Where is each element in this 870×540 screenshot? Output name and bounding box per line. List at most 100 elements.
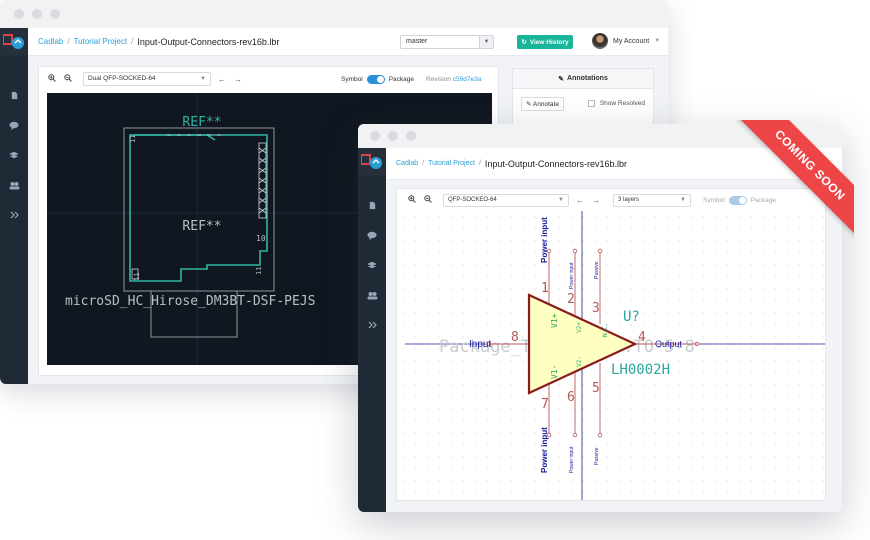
expand-sidebar-icon[interactable] (358, 310, 386, 340)
zoom-out-icon[interactable] (423, 195, 433, 205)
pin-number: 8 (511, 330, 519, 345)
revision-hash[interactable]: c59d7e3a (453, 76, 482, 83)
team-icon[interactable] (0, 170, 28, 200)
symbol-package-toggle: Symbol Package (341, 75, 414, 84)
power-input-label: Power input (569, 262, 575, 289)
footprint-select[interactable]: QFP-SOCKEO-64 ▼ (443, 193, 569, 207)
courtyard-outline (123, 127, 275, 292)
power-input-label: Power input (569, 446, 575, 473)
annotate-label: Annotate (532, 101, 559, 108)
window-close-dot[interactable] (14, 9, 24, 19)
breadcrumb-project[interactable]: Tutorial Project (74, 37, 128, 46)
marketing-stage: Cadlab / Tutorial Project / Input-Output… (0, 0, 870, 540)
breadcrumb-project[interactable]: Tutorial Project (428, 160, 475, 167)
pencil-icon: ✎ (526, 101, 532, 108)
pin-number: 1 (541, 281, 549, 296)
team-icon[interactable] (358, 280, 386, 310)
breadcrumb-separator: / (67, 37, 70, 46)
layers-icon[interactable] (358, 250, 386, 280)
footprint-select[interactable]: Dual QFP-SOCKED-64 ▼ (83, 72, 211, 86)
arrow-right-icon[interactable]: → (233, 75, 243, 84)
pencil-icon: ✎ (558, 75, 565, 83)
breadcrumb-root[interactable]: Cadlab (396, 160, 418, 167)
expand-sidebar-icon[interactable] (0, 200, 28, 230)
breadcrumb-separator: / (422, 160, 425, 167)
zoom-in-icon[interactable] (47, 74, 57, 84)
ref-label: U? (623, 309, 640, 325)
view-history-button[interactable]: ↻ View History (517, 35, 573, 49)
schematic-canvas[interactable]: Package_TO_SOT_THT:TO-5-8 (397, 211, 825, 500)
window-minimize-dot[interactable] (32, 9, 42, 19)
layers-select[interactable]: 3 layers ▼ (613, 193, 691, 207)
layers-icon[interactable] (0, 140, 28, 170)
breadcrumb-root[interactable]: Cadlab (38, 37, 63, 46)
account-label: My Account (613, 37, 650, 45)
revision-info: Revision c59d7e3a (426, 76, 481, 83)
symbol-label: Symbol (341, 76, 363, 83)
pin-number: 5 (592, 381, 600, 396)
breadcrumb-separator: / (478, 160, 481, 167)
ref-top-label: REF** (182, 115, 221, 130)
silkscreen-outline (129, 134, 268, 282)
window-minimize-dot[interactable] (388, 131, 398, 141)
branch-value: master (406, 38, 428, 45)
cadlab-logo[interactable] (0, 28, 28, 56)
zoom-in-icon[interactable] (407, 195, 417, 205)
value-label: LH0002H (611, 362, 670, 378)
passive-label: Passive (594, 447, 600, 465)
zoom-out-icon[interactable] (63, 74, 73, 84)
package-label: Package (388, 76, 414, 83)
silkscreen-notch (130, 134, 216, 141)
viewer-toolbar: Dual QFP-SOCKED-64 ▼ ← → Symbol Package … (39, 67, 498, 91)
avatar (592, 33, 608, 49)
pin-number: 6 (567, 390, 575, 405)
comments-icon[interactable] (358, 220, 386, 250)
arrow-right-icon[interactable]: → (591, 196, 601, 205)
arrow-left-icon[interactable]: ← (575, 196, 585, 205)
output-label: Output (655, 339, 683, 349)
schematic-drawing: Package_TO_SOT_THT:TO-5-8 (405, 211, 825, 500)
chevron-down-icon: ▼ (680, 196, 686, 203)
pin-number: 4 (638, 330, 646, 345)
page-header: Cadlab / Tutorial Project / Input-Output… (28, 28, 668, 56)
layers-select-value: 3 layers (618, 196, 640, 203)
coming-soon-ribbon: COMING SOON (720, 120, 854, 246)
comments-icon[interactable] (0, 110, 28, 140)
pin-number: 3 (592, 301, 600, 316)
branch-select[interactable]: master ▼ (400, 35, 494, 49)
pin-number: 2 (567, 292, 575, 307)
files-icon[interactable] (358, 190, 386, 220)
breadcrumb-file: Input-Output-Connectors-rev16b.lbr (137, 36, 280, 47)
footprint-select-value: QFP-SOCKEO-64 (448, 196, 497, 203)
window-close-dot[interactable] (370, 131, 380, 141)
pin-function-label: V1- (550, 365, 559, 379)
ref-center-label: REF** (182, 219, 221, 234)
pad-column (258, 142, 267, 219)
pin-number-label: 11 (129, 135, 137, 143)
files-icon[interactable] (0, 80, 28, 110)
footprint-select-value: Dual QFP-SOCKED-64 (88, 75, 156, 82)
pin-number: 7 (541, 397, 549, 412)
pin-number-label: 11 (255, 267, 263, 275)
pin-function-label: N.C. (602, 323, 609, 337)
pin-function-label: V1+ (550, 313, 559, 328)
account-menu[interactable]: My Account ▼ (592, 33, 660, 49)
power-input-label: Power input (540, 217, 549, 263)
arrow-left-icon[interactable]: ← (217, 75, 227, 84)
history-icon: ↻ (521, 39, 527, 46)
show-resolved-checkbox[interactable]: Show Resolved (588, 100, 645, 108)
cadlab-logo[interactable] (358, 148, 386, 176)
breadcrumb-file: Input-Output-Connectors-rev16b.lbr (484, 158, 627, 169)
annotate-button[interactable]: ✎ Annotate (521, 97, 564, 111)
passive-label: Passive (594, 261, 600, 279)
coming-soon-ribbon-wrapper: COMING SOON (694, 120, 854, 246)
window-maximize-dot[interactable] (50, 9, 60, 19)
sidebar (0, 28, 28, 384)
annotations-title: Annotations (567, 75, 608, 82)
chevron-down-icon: ▼ (558, 196, 564, 203)
footprint-name-label: microSD_HC_Hirose_DM3BT-DSF-PEJS (65, 294, 315, 309)
view-history-label: View History (529, 38, 569, 46)
view-toggle-switch[interactable] (366, 75, 385, 84)
chevron-down-icon: ▼ (479, 36, 493, 48)
window-maximize-dot[interactable] (406, 131, 416, 141)
